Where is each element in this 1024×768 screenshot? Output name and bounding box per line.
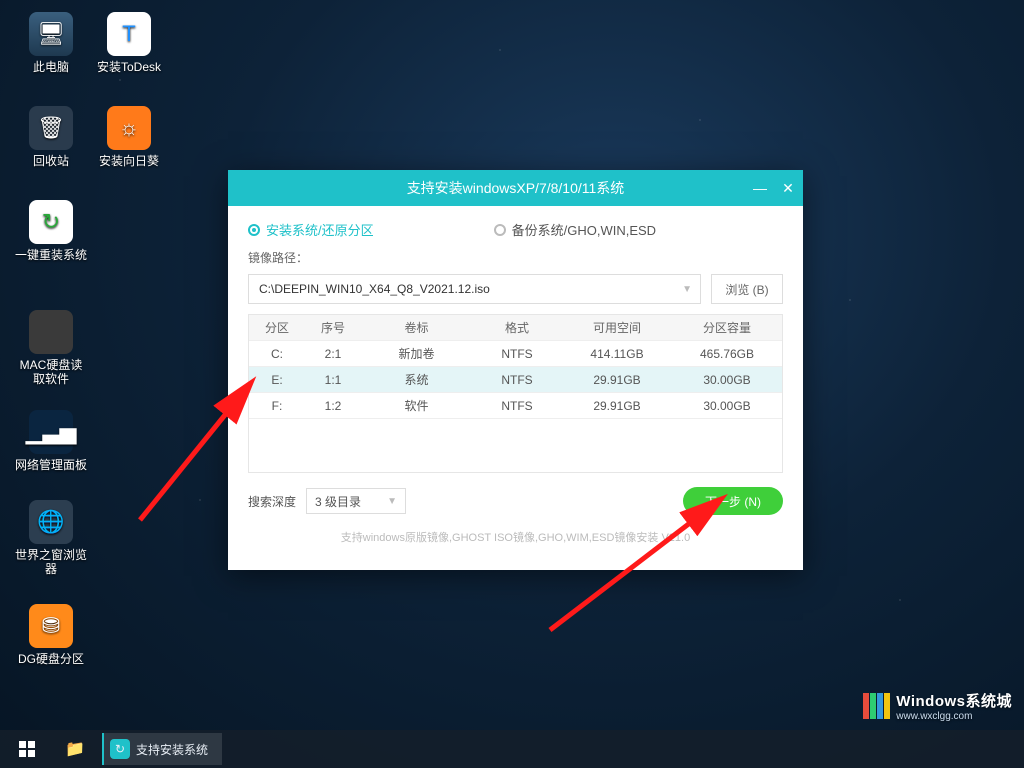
- desktop-icon-todesk[interactable]: T 安装ToDesk: [92, 12, 166, 74]
- desktop-icon-mac[interactable]: MAC硬盘读取软件: [14, 310, 88, 387]
- icon-label: 世界之窗浏览器: [14, 548, 88, 577]
- globe-icon: 🌐: [29, 500, 73, 544]
- taskbar: 📁 ↻ 支持安装系统: [0, 730, 1024, 768]
- desktop-icon-browser[interactable]: 🌐 世界之窗浏览器: [14, 500, 88, 577]
- depth-value: 3 级目录: [315, 493, 361, 510]
- installer-icon: ↻: [110, 739, 130, 759]
- windows-icon: [19, 741, 35, 757]
- table-row[interactable]: C: 2:1 新加卷 NTFS 414.11GB 465.76GB: [249, 341, 782, 367]
- cell: 2:1: [305, 347, 361, 361]
- start-button[interactable]: [6, 733, 48, 765]
- col-partition: 分区: [249, 319, 305, 336]
- icon-label: 一键重装系统: [14, 248, 88, 262]
- cell: NTFS: [472, 347, 562, 361]
- todesk-icon: T: [107, 12, 151, 56]
- col-format: 格式: [472, 319, 562, 336]
- taskbar-task-installer[interactable]: ↻ 支持安装系统: [102, 733, 222, 765]
- reinstall-icon: ↻: [29, 200, 73, 244]
- tab-backup[interactable]: 备份系统/GHO,WIN,ESD: [494, 220, 656, 239]
- col-label: 卷标: [361, 319, 472, 336]
- cell: 新加卷: [361, 345, 472, 362]
- recycle-icon: 🗑: [29, 106, 73, 150]
- tab-label: 备份系统/GHO,WIN,ESD: [512, 220, 656, 239]
- cell: 1:2: [305, 399, 361, 413]
- table-row[interactable]: F: 1:2 软件 NTFS 29.91GB 30.00GB: [249, 393, 782, 419]
- task-label: 支持安装系统: [136, 741, 208, 758]
- file-explorer-button[interactable]: 📁: [54, 733, 96, 765]
- cell: 30.00GB: [672, 399, 782, 413]
- apple-icon: [29, 310, 73, 354]
- sunflower-icon: ☼: [107, 106, 151, 150]
- col-index: 序号: [305, 319, 361, 336]
- installer-window: 支持安装windowsXP/7/8/10/11系统 ― ✕ 安装系统/还原分区 …: [228, 170, 803, 570]
- desktop-icon-recycle[interactable]: 🗑 回收站: [14, 106, 88, 168]
- depth-label: 搜索深度: [248, 493, 296, 510]
- cell: E:: [249, 373, 305, 387]
- chevron-down-icon: ▼: [387, 496, 397, 507]
- browse-button[interactable]: 浏览 (B): [711, 274, 783, 304]
- table-empty-area: [248, 419, 783, 473]
- cell: NTFS: [472, 373, 562, 387]
- cell: 414.11GB: [562, 347, 672, 361]
- image-path-input[interactable]: C:\DEEPIN_WIN10_X64_Q8_V2021.12.iso ▼: [248, 274, 701, 304]
- watermark: Windows系统城 www.wxclgg.com: [859, 688, 1016, 724]
- cell: NTFS: [472, 399, 562, 413]
- close-button[interactable]: ✕: [781, 181, 795, 195]
- folder-icon: 📁: [65, 739, 85, 759]
- table-row-selected[interactable]: E: 1:1 系统 NTFS 29.91GB 30.00GB: [249, 367, 782, 393]
- cell: C:: [249, 347, 305, 361]
- cell: F:: [249, 399, 305, 413]
- path-value: C:\DEEPIN_WIN10_X64_Q8_V2021.12.iso: [259, 282, 490, 296]
- icon-label: 此电脑: [14, 60, 88, 74]
- desktop-icon-sunlogin[interactable]: ☼ 安装向日葵: [92, 106, 166, 168]
- icon-label: MAC硬盘读取软件: [14, 358, 88, 387]
- dg-icon: ⛃: [29, 604, 73, 648]
- radio-selected-icon: [248, 224, 260, 236]
- support-note: 支持windows原版镜像,GHOST ISO镜像,GHO,WIM,ESD镜像安…: [228, 515, 803, 545]
- cell: 29.91GB: [562, 373, 672, 387]
- cell: 软件: [361, 397, 472, 414]
- cell: 系统: [361, 371, 472, 388]
- cell: 29.91GB: [562, 399, 672, 413]
- icon-label: 网络管理面板: [14, 458, 88, 472]
- icon-label: 回收站: [14, 154, 88, 168]
- minimize-button[interactable]: ―: [753, 181, 767, 195]
- icon-label: 安装向日葵: [92, 154, 166, 168]
- titlebar[interactable]: 支持安装windowsXP/7/8/10/11系统 ― ✕: [228, 170, 803, 206]
- col-total: 分区容量: [672, 319, 782, 336]
- depth-select[interactable]: 3 级目录 ▼: [306, 488, 406, 514]
- watermark-logo-icon: [863, 693, 890, 719]
- chevron-down-icon[interactable]: ▼: [682, 284, 692, 295]
- cell: 1:1: [305, 373, 361, 387]
- col-free: 可用空间: [562, 319, 672, 336]
- network-icon: ▁▃▅: [29, 410, 73, 454]
- cell: 465.76GB: [672, 347, 782, 361]
- watermark-url: www.wxclgg.com: [896, 711, 1012, 722]
- pc-icon: 🖥: [29, 12, 73, 56]
- icon-label: DG硬盘分区: [14, 652, 88, 666]
- icon-label: 安装ToDesk: [92, 60, 166, 74]
- table-header: 分区 序号 卷标 格式 可用空间 分区容量: [249, 315, 782, 341]
- path-label: 镜像路径：: [228, 243, 803, 274]
- tab-label: 安装系统/还原分区: [266, 220, 374, 239]
- desktop-icon-network[interactable]: ▁▃▅ 网络管理面板: [14, 410, 88, 472]
- desktop-icon-reinstall[interactable]: ↻ 一键重装系统: [14, 200, 88, 262]
- cell: 30.00GB: [672, 373, 782, 387]
- watermark-title: Windows系统城: [896, 690, 1012, 711]
- radio-unselected-icon: [494, 224, 506, 236]
- next-button[interactable]: 下一步 (N): [683, 487, 783, 515]
- tab-install-restore[interactable]: 安装系统/还原分区: [248, 220, 374, 239]
- partition-table: 分区 序号 卷标 格式 可用空间 分区容量 C: 2:1 新加卷 NTFS 41…: [248, 314, 783, 419]
- window-title: 支持安装windowsXP/7/8/10/11系统: [407, 178, 625, 198]
- desktop-icon-dg[interactable]: ⛃ DG硬盘分区: [14, 604, 88, 666]
- desktop-icon-this-pc[interactable]: 🖥 此电脑: [14, 12, 88, 74]
